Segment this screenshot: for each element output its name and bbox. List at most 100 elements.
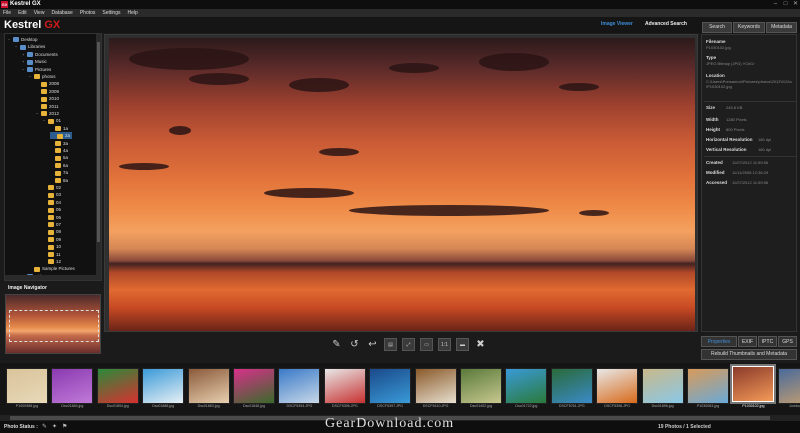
tree-item[interactable]: 06 <box>43 214 61 221</box>
tree-item[interactable]: − Libraries <box>15 43 45 50</box>
thumbnail-label: Dsc01884.jpg <box>61 404 84 408</box>
tab-advanced-search[interactable]: Advanced Search <box>645 21 687 27</box>
thumbnail[interactable] <box>730 364 777 404</box>
thumbnail[interactable] <box>596 368 639 404</box>
tree-item[interactable]: 2a <box>50 132 73 140</box>
fit-window-icon[interactable]: ⤢ <box>402 338 415 351</box>
fullscreen-icon[interactable]: ▬ <box>456 338 469 351</box>
tree-item[interactable]: − 01 <box>43 117 61 124</box>
minimize-button[interactable]: – <box>771 1 780 8</box>
tree-item[interactable]: − 2012 <box>36 110 59 117</box>
expand-icon[interactable]: + <box>22 58 26 65</box>
thumbnail[interactable] <box>51 368 94 404</box>
menu-view[interactable]: View <box>34 9 45 17</box>
tab-search[interactable]: Search <box>702 22 732 33</box>
tree-item[interactable]: − photos <box>29 73 56 80</box>
menu-photos[interactable]: Photos <box>80 9 96 17</box>
tab-keywords[interactable]: Keywords <box>733 22 765 33</box>
tab-metadata[interactable]: Metadata <box>766 22 797 33</box>
expand-icon[interactable]: − <box>15 43 19 50</box>
thumbnail[interactable] <box>641 368 684 404</box>
thumbnail[interactable] <box>323 368 366 404</box>
pencil-status-icon[interactable]: ✎ <box>42 423 47 430</box>
thumbnail[interactable] <box>414 368 457 404</box>
pencil-icon[interactable]: ✎ <box>330 338 343 351</box>
image-navigator[interactable] <box>5 294 101 354</box>
tree-item[interactable]: − Desktop <box>8 36 38 43</box>
folder-icon <box>57 133 63 139</box>
thumbnail[interactable] <box>233 368 275 404</box>
menu-help[interactable]: Help <box>128 9 138 17</box>
tree-item[interactable]: + Documents <box>22 51 58 58</box>
expand-icon[interactable]: − <box>8 36 12 43</box>
tree-item[interactable]: 11 <box>43 251 61 258</box>
menu-edit[interactable]: Edit <box>18 9 27 17</box>
thumbnail[interactable] <box>460 368 502 404</box>
thumbnail[interactable] <box>687 368 729 404</box>
maximize-button[interactable]: □ <box>781 1 790 8</box>
tree-item[interactable]: 2010 <box>36 95 59 102</box>
tree-item[interactable]: 07 <box>43 221 61 228</box>
thumbnail[interactable] <box>777 368 800 404</box>
expand-icon[interactable]: − <box>29 73 33 80</box>
undo-icon[interactable]: ↩ <box>366 338 379 351</box>
close-button[interactable]: ✕ <box>791 1 800 8</box>
delete-icon[interactable]: ✖ <box>474 338 487 351</box>
image-viewer[interactable] <box>104 34 698 332</box>
expand-icon[interactable]: + <box>22 51 26 58</box>
tab-gps[interactable]: GPS <box>778 336 797 347</box>
tree-item[interactable]: 2011 <box>36 103 59 110</box>
tree-item[interactable]: 12 <box>43 258 61 265</box>
thumbnail[interactable] <box>369 368 412 404</box>
tree-item[interactable]: 6a <box>50 162 68 169</box>
tab-properties[interactable]: Properties <box>701 336 737 347</box>
tree-item[interactable]: Sample Pictures <box>29 265 75 272</box>
tree-item[interactable]: 2008 <box>36 80 59 87</box>
share-status-icon[interactable]: ✦ <box>52 423 57 430</box>
expand-icon[interactable]: − <box>22 66 26 73</box>
thumbnail[interactable] <box>278 368 321 404</box>
tree-item[interactable]: 2009 <box>36 88 59 95</box>
flag-status-icon[interactable]: ⚑ <box>62 423 67 430</box>
tree-item[interactable]: − Pictures <box>22 66 51 73</box>
rebuild-thumbnails-button[interactable]: Rebuild Thumbnails and Metadata <box>701 349 797 360</box>
tab-exif[interactable]: EXIF <box>738 336 757 347</box>
expand-icon[interactable]: − <box>43 117 47 124</box>
tree-item[interactable]: 02 <box>43 184 61 191</box>
film-icon[interactable]: ▤ <box>384 338 397 351</box>
tree-item[interactable]: 04 <box>43 199 61 206</box>
thumbnail-strip[interactable]: P1000988.jpg Dsc01884.jpg Dsc01894.jpg Dsc0… <box>0 363 800 416</box>
tree-item[interactable]: 7a <box>50 169 68 176</box>
tree-item[interactable]: 03 <box>43 191 61 198</box>
tree-item[interactable]: 5a <box>50 154 68 161</box>
monitor-icon[interactable]: ▭ <box>420 338 433 351</box>
tree-item[interactable]: 05 <box>43 206 61 213</box>
menu-database[interactable]: Database <box>51 9 72 17</box>
tree-item[interactable]: 10 <box>43 243 61 250</box>
menu-file[interactable]: File <box>3 9 11 17</box>
tree-item[interactable]: 3a <box>50 140 68 147</box>
tree-item[interactable]: 1a <box>50 125 68 132</box>
menu-settings[interactable]: Settings <box>102 9 120 17</box>
tab-image-viewer[interactable]: Image Viewer <box>601 21 633 27</box>
thumbnail[interactable] <box>187 368 230 404</box>
tree-item[interactable]: 8a <box>50 177 68 184</box>
actual-size-icon[interactable]: 1:1 <box>438 338 451 351</box>
thumbnail[interactable] <box>6 368 48 404</box>
thumbnail[interactable] <box>550 368 593 404</box>
tree-item[interactable]: 09 <box>43 236 61 243</box>
tree-item[interactable]: + Music <box>22 58 47 65</box>
tree-item[interactable]: 08 <box>43 228 61 235</box>
tree-scrollbar[interactable] <box>96 34 101 280</box>
tree-horizontal-scrollbar[interactable] <box>5 275 98 280</box>
tab-iptc[interactable]: IPTC <box>758 336 777 347</box>
tree-scroll-thumb[interactable] <box>97 42 100 242</box>
expand-icon[interactable]: − <box>36 110 40 117</box>
folder-tree[interactable]: − Desktop − Libraries + Documents + Music − Pictu… <box>4 33 102 281</box>
rotate-left-icon[interactable]: ↺ <box>348 338 361 351</box>
thumbnail[interactable] <box>142 368 185 404</box>
thumbnail[interactable] <box>96 368 139 404</box>
navigator-viewport[interactable] <box>9 310 99 342</box>
tree-item[interactable]: 4a <box>50 147 68 154</box>
thumbnail[interactable] <box>505 368 548 404</box>
